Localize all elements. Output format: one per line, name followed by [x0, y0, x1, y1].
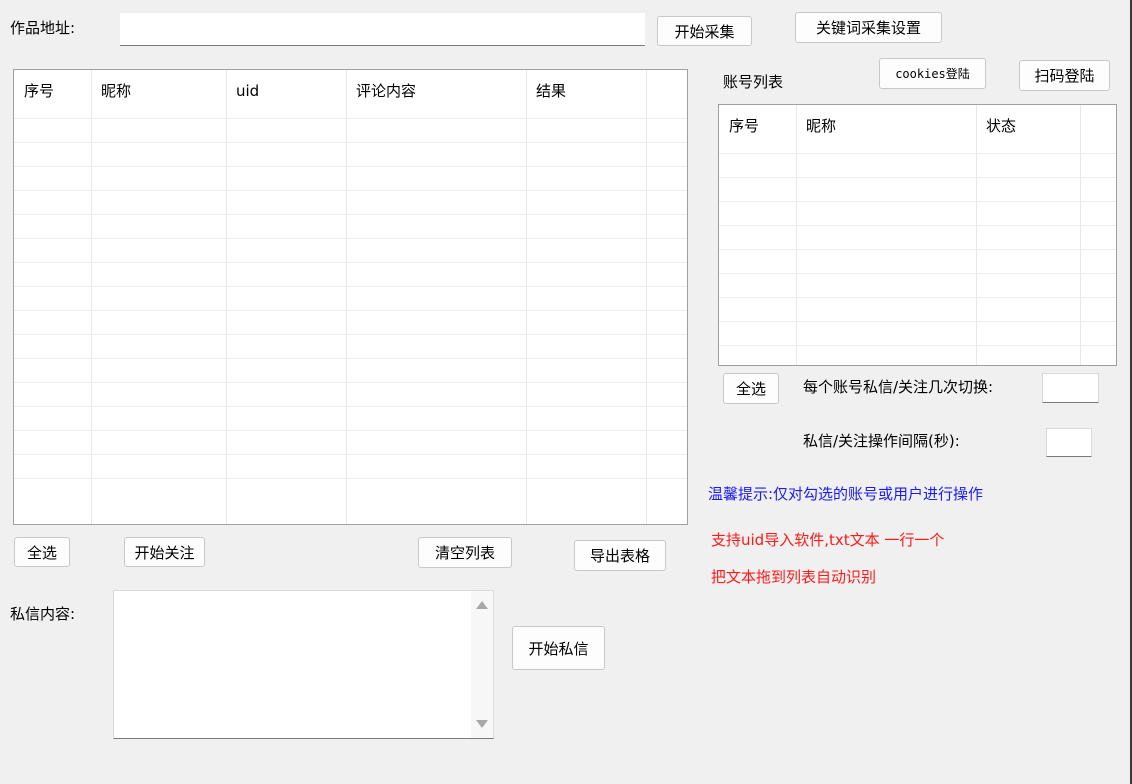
drag-note: 把文本拖到列表自动识别	[711, 568, 877, 586]
table-row[interactable]	[14, 454, 687, 455]
table-row[interactable]	[14, 190, 687, 191]
table-row[interactable]	[14, 262, 687, 263]
table-row[interactable]	[14, 286, 687, 287]
accounts-title: 账号列表	[723, 73, 784, 91]
table-row[interactable]	[719, 249, 1116, 250]
select-all-users-button[interactable]: 全选	[14, 537, 70, 567]
table-row[interactable]	[719, 273, 1116, 274]
switch-count-label: 每个账号私信/关注几次切换:	[803, 378, 994, 396]
switch-count-input[interactable]	[1042, 373, 1099, 403]
table-row[interactable]	[719, 201, 1116, 202]
col-divider	[91, 70, 92, 524]
acc-col-nickname[interactable]: 昵称	[796, 105, 976, 153]
acc-col-status[interactable]: 状态	[976, 105, 1080, 153]
table-row[interactable]	[14, 430, 687, 431]
uid-import-note: 支持uid导入软件,txt文本 一行一个	[711, 531, 945, 549]
keyword-settings-button[interactable]: 关键词采集设置	[795, 12, 942, 43]
table-row[interactable]	[719, 153, 1116, 154]
export-table-button[interactable]: 导出表格	[574, 540, 666, 571]
col-divider	[346, 70, 347, 524]
accounts-table[interactable]: 序号 昵称 状态	[718, 104, 1117, 366]
table-row[interactable]	[14, 382, 687, 383]
interval-label: 私信/关注操作间隔(秒):	[803, 432, 960, 450]
comments-table-header: 序号 昵称 uid 评论内容 结果	[14, 70, 687, 118]
url-label: 作品地址:	[10, 19, 76, 37]
start-message-button[interactable]: 开始私信	[512, 626, 605, 670]
scan-login-button[interactable]: 扫码登陆	[1019, 60, 1110, 91]
message-scrollbar[interactable]	[471, 591, 493, 738]
table-row[interactable]	[14, 142, 687, 143]
col-divider	[226, 70, 227, 524]
table-row[interactable]	[14, 166, 687, 167]
table-row[interactable]	[719, 177, 1116, 178]
table-row[interactable]	[14, 334, 687, 335]
table-row[interactable]	[719, 321, 1116, 322]
url-input[interactable]	[120, 13, 645, 46]
accounts-table-header: 序号 昵称 状态	[719, 105, 1116, 153]
message-textarea[interactable]	[113, 590, 494, 739]
table-row[interactable]	[14, 406, 687, 407]
tip-text: 温馨提示:仅对勾选的账号或用户进行操作	[708, 485, 984, 503]
start-collect-button[interactable]: 开始采集	[657, 16, 752, 46]
col-comment[interactable]: 评论内容	[346, 70, 526, 118]
table-row[interactable]	[14, 118, 687, 119]
table-row[interactable]	[719, 345, 1116, 346]
select-all-accounts-button[interactable]: 全选	[723, 373, 779, 404]
scroll-up-icon[interactable]	[476, 601, 488, 609]
start-follow-button[interactable]: 开始关注	[124, 537, 205, 567]
col-index[interactable]: 序号	[14, 70, 91, 118]
col-nickname[interactable]: 昵称	[91, 70, 226, 118]
col-divider	[796, 105, 797, 365]
message-label: 私信内容:	[10, 605, 76, 623]
table-row[interactable]	[14, 214, 687, 215]
table-row[interactable]	[14, 310, 687, 311]
col-uid[interactable]: uid	[226, 70, 346, 118]
clear-list-button[interactable]: 清空列表	[418, 537, 512, 568]
col-divider	[976, 105, 977, 365]
table-row[interactable]	[14, 358, 687, 359]
table-row[interactable]	[719, 297, 1116, 298]
table-row[interactable]	[719, 225, 1116, 226]
comments-table[interactable]: 序号 昵称 uid 评论内容 结果	[13, 69, 688, 525]
col-result[interactable]: 结果	[526, 70, 646, 118]
col-divider	[1080, 105, 1081, 365]
interval-input[interactable]	[1046, 428, 1092, 457]
col-divider	[526, 70, 527, 524]
scroll-down-icon[interactable]	[476, 720, 488, 728]
cookies-login-button[interactable]: cookies登陆	[879, 58, 986, 89]
table-row[interactable]	[14, 238, 687, 239]
col-divider	[646, 70, 647, 524]
acc-col-index[interactable]: 序号	[719, 105, 796, 153]
table-row[interactable]	[14, 478, 687, 479]
